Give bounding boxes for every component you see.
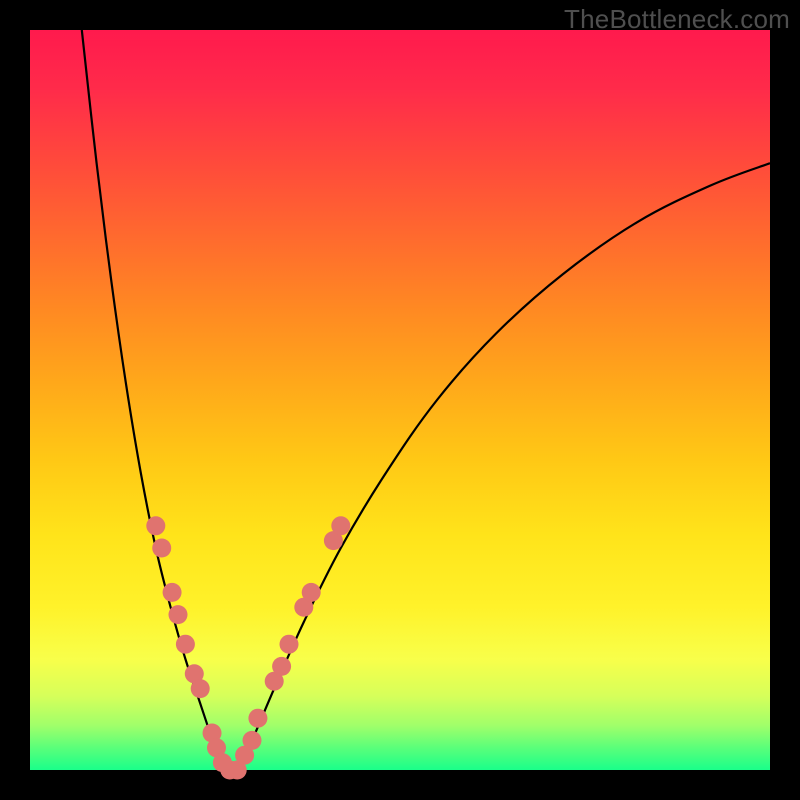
marker-group <box>146 516 350 779</box>
data-marker <box>248 709 267 728</box>
chart-svg <box>30 30 770 770</box>
data-marker <box>331 516 350 535</box>
data-marker <box>191 679 210 698</box>
data-marker <box>272 657 291 676</box>
plot-area <box>30 30 770 770</box>
data-marker <box>163 583 182 602</box>
data-marker <box>302 583 321 602</box>
data-marker <box>243 731 262 750</box>
chart-frame: TheBottleneck.com <box>0 0 800 800</box>
curve-left-branch <box>82 30 223 770</box>
data-marker <box>176 635 195 654</box>
data-marker <box>146 516 165 535</box>
curve-right-branch <box>237 163 770 770</box>
data-marker <box>169 605 188 624</box>
data-marker <box>280 635 299 654</box>
data-marker <box>152 539 171 558</box>
